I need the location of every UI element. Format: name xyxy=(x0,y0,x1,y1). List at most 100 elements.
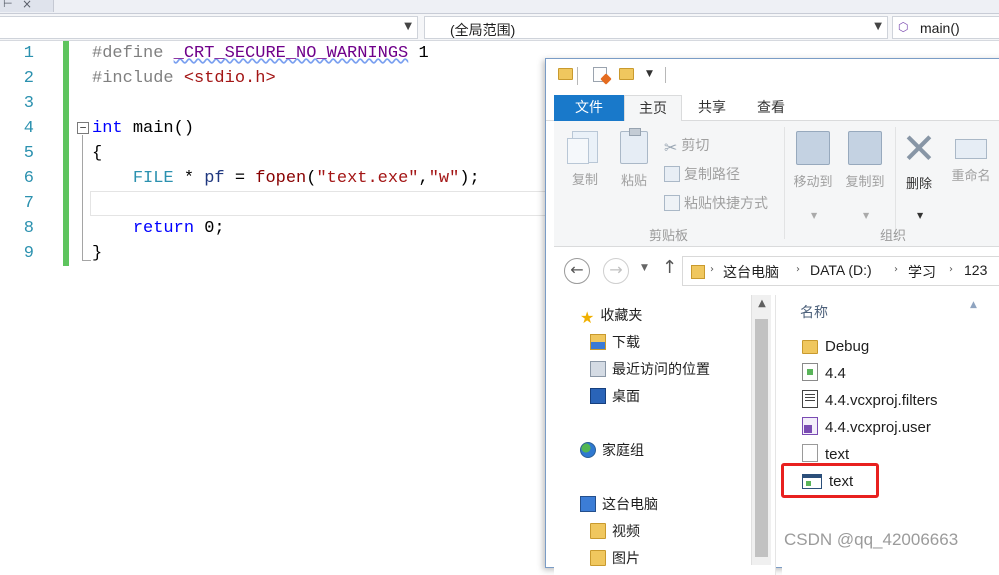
scrollbar-thumb[interactable] xyxy=(755,319,768,557)
tab-close-icon[interactable]: × xyxy=(22,0,32,11)
pane-divider[interactable] xyxy=(775,295,776,575)
nav-item-desktop[interactable]: 桌面 xyxy=(590,386,640,406)
breadcrumb-item[interactable]: DATA (D:) xyxy=(810,262,872,278)
copy-button[interactable]: 复制 xyxy=(562,131,608,188)
copy-to-label: 复制到 xyxy=(845,175,885,190)
line-number: 5 xyxy=(23,144,34,163)
pictures-folder-icon xyxy=(590,550,606,566)
member-value: main() xyxy=(920,20,960,36)
tab-view[interactable]: 查看 xyxy=(742,95,800,121)
chevron-down-icon[interactable]: ▼ xyxy=(863,211,869,220)
recent-locations-dropdown[interactable]: ▼ xyxy=(641,263,648,273)
member-combo[interactable]: ⬡ main() xyxy=(892,16,999,39)
line-number-gutter: 1 2 3 4 5 6 7 8 9 xyxy=(0,41,40,266)
return-value: 0; xyxy=(204,219,225,238)
breadcrumb-item[interactable]: 这台电脑 xyxy=(723,262,779,282)
customize-quick-access-icon[interactable]: ▼ xyxy=(646,69,653,79)
delete-button[interactable]: ✕ 删除 xyxy=(898,124,940,193)
column-header-name[interactable]: 名称 ▲ xyxy=(800,300,977,322)
chevron-down-icon[interactable]: ▼ xyxy=(874,21,882,32)
breadcrumb-item[interactable]: 123 xyxy=(964,262,987,278)
breadcrumb-item[interactable]: 学习 xyxy=(908,262,936,282)
new-folder-icon[interactable] xyxy=(619,68,634,80)
nav-item-videos[interactable]: 视频 xyxy=(590,521,640,541)
breadcrumb-separator-icon[interactable]: › xyxy=(710,264,714,275)
tab-share[interactable]: 共享 xyxy=(684,95,740,121)
divider xyxy=(577,67,578,85)
paste-button[interactable]: 粘贴 xyxy=(612,128,656,189)
back-button[interactable]: ← xyxy=(564,258,590,284)
ribbon-tab-bar: 文件 主页 共享 查看 xyxy=(546,95,999,122)
folder-icon xyxy=(558,68,573,80)
code-editor[interactable]: 1 2 3 4 5 6 7 8 9 − #define _CRT_SECURE_… xyxy=(0,41,560,561)
copy-label: 复制 xyxy=(571,173,598,188)
scope-combo[interactable]: (全局范围) ▼ xyxy=(424,16,888,39)
nav-item-downloads[interactable]: 下载 xyxy=(590,332,640,352)
move-to-label: 移动到 xyxy=(793,175,833,190)
tab-file[interactable]: 文件 xyxy=(554,95,624,121)
desktop-icon xyxy=(590,388,606,404)
rename-button[interactable]: 重命名 xyxy=(944,131,998,184)
nav-item-recent[interactable]: 最近访问的位置 xyxy=(590,359,710,379)
file-name: 4.4.vcxproj.filters xyxy=(825,392,938,409)
solution-file-icon xyxy=(802,363,818,381)
column-header-label: 名称 xyxy=(800,305,828,321)
cut-button[interactable]: ✂ 剪切 xyxy=(664,135,709,157)
copy-to-button[interactable]: 复制到 xyxy=(840,131,890,190)
variable-name: pf xyxy=(204,169,225,188)
delete-x-icon: ✕ xyxy=(901,124,937,173)
copy-path-button[interactable]: 复制路径 xyxy=(664,164,740,184)
line-number: 3 xyxy=(23,94,34,113)
up-arrow-icon[interactable]: ↑ xyxy=(662,257,677,278)
code-text[interactable]: #define _CRT_SECURE_NO_WARNINGS 1 #inclu… xyxy=(92,41,480,266)
nav-item-pictures[interactable]: 图片 xyxy=(590,548,640,568)
breadcrumb-separator-icon[interactable]: › xyxy=(894,264,898,275)
nav-pane-scrollbar[interactable]: ▲ xyxy=(751,295,771,565)
keyword: return xyxy=(132,219,195,238)
line-number: 8 xyxy=(23,219,34,238)
tab-home[interactable]: 主页 xyxy=(624,95,682,122)
rename-icon xyxy=(955,139,987,159)
copy-path-label: 复制路径 xyxy=(684,167,740,183)
highlight-annotation xyxy=(781,463,879,498)
nav-item-homegroup[interactable]: 家庭组 xyxy=(580,440,644,460)
file-row[interactable]: 4.4.vcxproj.filters xyxy=(802,389,938,413)
code-line-4: int main() xyxy=(92,116,480,141)
code-line-2: #include <stdio.h> xyxy=(92,66,480,91)
address-box[interactable]: › 这台电脑 › DATA (D:) › 学习 › 123 xyxy=(682,256,999,286)
nav-item-label: 桌面 xyxy=(612,389,640,405)
operator: * xyxy=(183,169,195,188)
file-row[interactable]: Debug xyxy=(802,335,869,359)
pin-icon[interactable]: ⊢ xyxy=(3,0,13,10)
line-number: 6 xyxy=(23,169,34,188)
chevron-down-icon[interactable]: ▼ xyxy=(404,21,412,32)
paste-shortcut-button[interactable]: 粘贴快捷方式 xyxy=(664,193,768,213)
line-number: 7 xyxy=(23,194,34,213)
videos-folder-icon xyxy=(590,523,606,539)
string-literal: "w" xyxy=(428,169,460,188)
collapse-icon[interactable]: − xyxy=(77,122,89,134)
scroll-up-icon[interactable]: ▲ xyxy=(752,295,772,313)
breadcrumb-separator-icon[interactable]: › xyxy=(796,264,800,275)
file-row[interactable]: 4.4 xyxy=(802,362,846,386)
forward-button[interactable]: → xyxy=(603,258,629,284)
breadcrumb-separator-icon[interactable]: › xyxy=(949,264,953,275)
copy-path-icon xyxy=(664,166,680,182)
document-tab[interactable]: ⊢ × xyxy=(0,0,54,12)
chevron-down-icon[interactable]: ▼ xyxy=(917,211,923,220)
move-to-icon xyxy=(796,131,830,165)
file-scope-combo[interactable]: ▼ xyxy=(0,16,418,39)
computer-icon xyxy=(580,496,596,512)
organize-group-label: 组织 xyxy=(880,229,907,244)
properties-icon[interactable] xyxy=(593,67,607,82)
chevron-down-icon[interactable]: ▼ xyxy=(811,211,817,220)
brace: } xyxy=(92,244,103,263)
editor-navigation-bar: ▼ (全局范围) ▼ ⬡ main() xyxy=(0,14,999,41)
paste-shortcut-label: 粘贴快捷方式 xyxy=(684,196,768,212)
code-line-8: return 0; xyxy=(92,216,480,241)
file-row[interactable]: 4.4.vcxproj.user xyxy=(802,416,931,440)
nav-item-favorites[interactable]: ★ 收藏夹 xyxy=(580,305,642,327)
code-line-5: { xyxy=(92,141,480,166)
nav-item-this-pc[interactable]: 这台电脑 xyxy=(580,494,658,514)
move-to-button[interactable]: 移动到 xyxy=(788,131,838,190)
